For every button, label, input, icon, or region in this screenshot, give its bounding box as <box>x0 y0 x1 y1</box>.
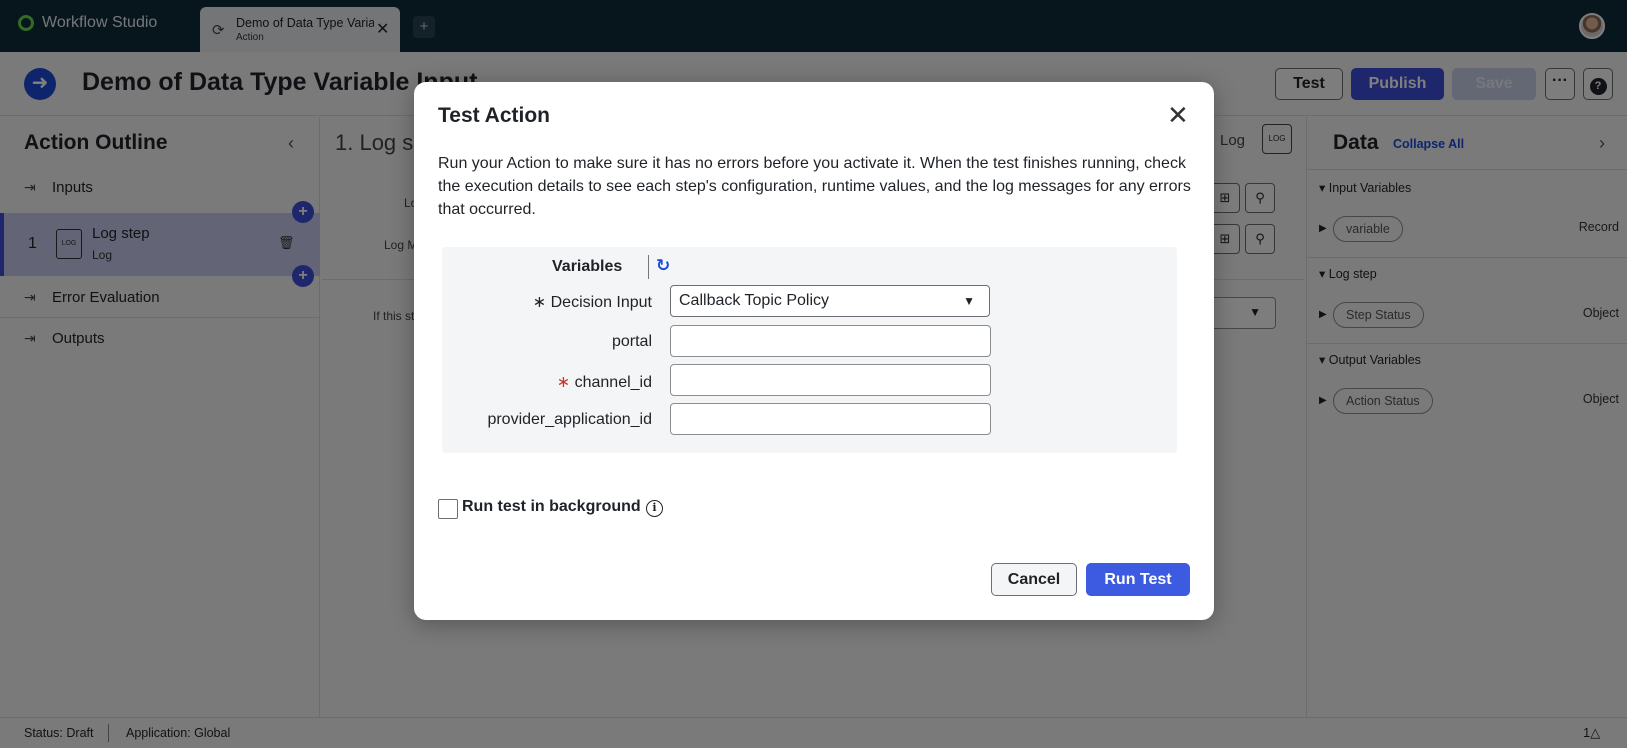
test-action-modal: Test Action ✕ Run your Action to make su… <box>414 82 1214 620</box>
modal-title: Test Action <box>438 104 551 127</box>
provider-application-id-input[interactable] <box>670 403 991 435</box>
provider-application-id-label: provider_application_id <box>487 411 652 428</box>
required-icon: ∗ <box>532 294 551 311</box>
portal-label: portal <box>611 333 652 350</box>
channel-id-input[interactable] <box>670 364 991 396</box>
portal-input[interactable] <box>670 325 991 357</box>
variables-separator <box>648 255 649 279</box>
decision-input-label-text: Decision Input <box>550 294 652 311</box>
decision-input-select[interactable]: Callback Topic Policy ▼ <box>670 285 990 317</box>
run-in-background-label: Run test in background <box>462 498 641 515</box>
required-icon: ∗ <box>556 374 575 391</box>
info-icon[interactable]: i <box>646 500 663 517</box>
modal-description: Run your Action to make sure it has no e… <box>438 155 1191 218</box>
cancel-button[interactable]: Cancel <box>991 563 1077 596</box>
variables-panel: Variables ↻ ∗ Decision Input Callback To… <box>442 247 1177 453</box>
refresh-icon[interactable]: ↻ <box>656 256 670 276</box>
channel-id-label-text: channel_id <box>574 374 652 391</box>
chevron-down-icon: ▼ <box>963 294 975 308</box>
run-test-button[interactable]: Run Test <box>1086 563 1190 596</box>
decision-input-label: ∗ Decision Input <box>533 292 652 312</box>
close-icon[interactable]: ✕ <box>1167 102 1189 128</box>
channel-id-label: ∗ channel_id <box>557 372 652 392</box>
variables-title: Variables <box>552 258 623 275</box>
run-in-background-checkbox[interactable] <box>438 499 458 519</box>
decision-input-value: Callback Topic Policy <box>679 292 829 309</box>
